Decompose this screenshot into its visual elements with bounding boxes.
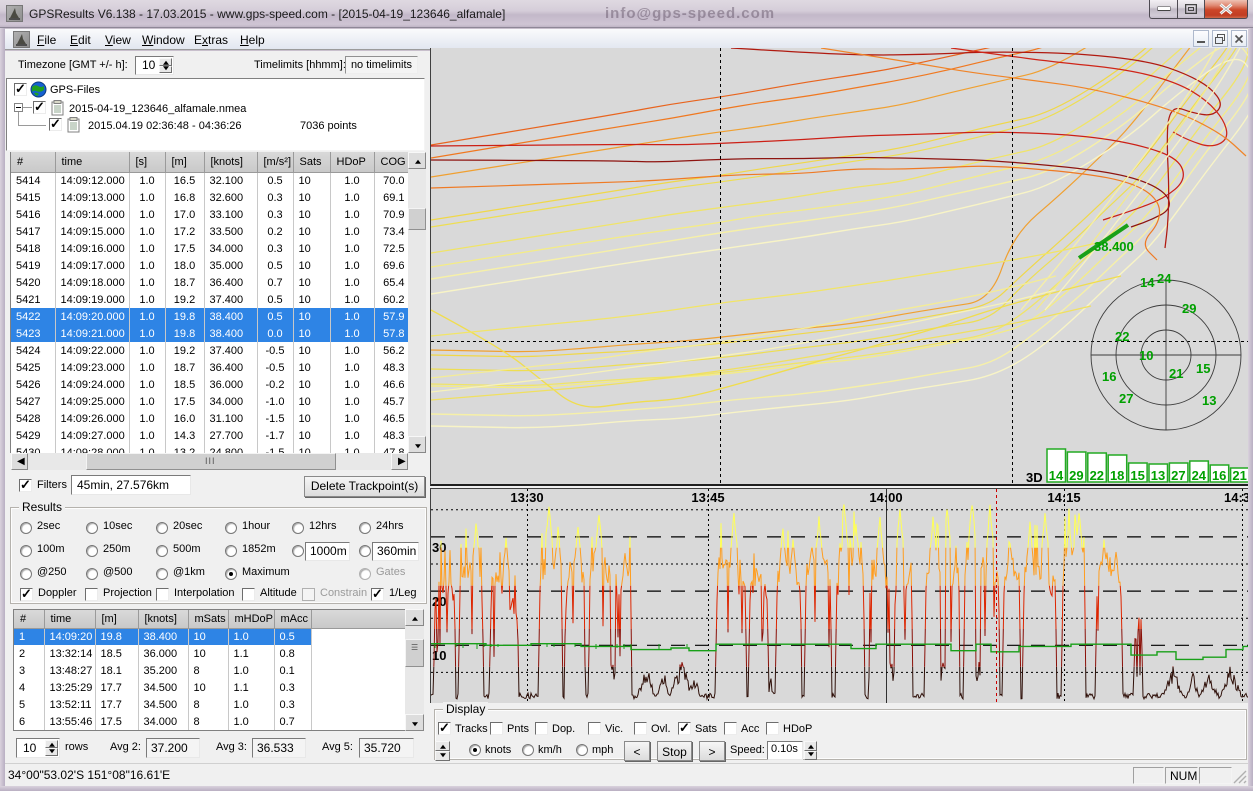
svg-text:13:30: 13:30 — [510, 490, 543, 505]
svg-text:14:15: 14:15 — [1047, 490, 1080, 505]
svg-text:22: 22 — [1115, 329, 1129, 344]
svg-text:29: 29 — [1069, 468, 1083, 483]
svg-text:3D: 3D — [1026, 470, 1043, 483]
svg-text:15: 15 — [1196, 361, 1210, 376]
svg-text:15: 15 — [1130, 468, 1144, 483]
svg-text:16: 16 — [1212, 468, 1226, 483]
svg-text:16: 16 — [1102, 369, 1116, 384]
svg-text:13: 13 — [1151, 468, 1165, 483]
svg-text:18: 18 — [1110, 468, 1124, 483]
svg-text:30: 30 — [432, 540, 446, 555]
svg-text:13:45: 13:45 — [691, 490, 724, 505]
svg-text:21: 21 — [1232, 468, 1246, 483]
svg-text:38.400: 38.400 — [1094, 239, 1134, 254]
svg-text:22: 22 — [1090, 468, 1104, 483]
svg-text:14:3: 14:3 — [1224, 490, 1250, 505]
svg-text:14: 14 — [1140, 275, 1155, 290]
svg-text:27: 27 — [1119, 391, 1133, 406]
svg-text:24: 24 — [1157, 271, 1172, 286]
svg-text:29: 29 — [1182, 301, 1196, 316]
svg-text:24: 24 — [1192, 468, 1207, 483]
svg-text:27: 27 — [1171, 468, 1185, 483]
svg-text:10: 10 — [1139, 348, 1153, 363]
svg-text:14:00: 14:00 — [869, 490, 902, 505]
svg-text:13: 13 — [1202, 393, 1216, 408]
svg-text:14: 14 — [1049, 468, 1064, 483]
svg-text:21: 21 — [1169, 366, 1183, 381]
